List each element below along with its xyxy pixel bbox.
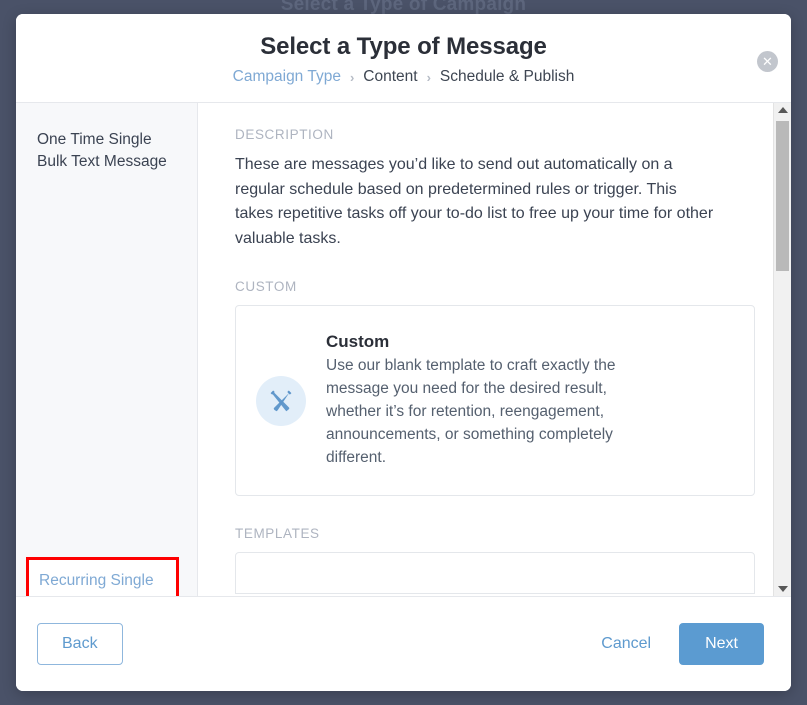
breadcrumb-item-content[interactable]: Content: [363, 67, 417, 87]
custom-card-text: Custom Use our blank template to craft e…: [326, 332, 728, 469]
select-message-type-modal: Select a Type of Message Campaign Type ›…: [16, 14, 791, 691]
scrollbar-thumb[interactable]: [776, 121, 789, 271]
custom-card-description: Use our blank template to craft exactly …: [326, 357, 616, 466]
custom-template-card[interactable]: Custom Use our blank template to craft e…: [235, 305, 755, 496]
sidebar-item-recurring-single-bulk-text-message[interactable]: Recurring Single Bulk Text Message: [39, 569, 179, 596]
breadcrumb: Campaign Type › Content › Schedule & Pub…: [16, 67, 791, 87]
message-type-content-panel: DESCRIPTION These are messages you’d lik…: [198, 103, 791, 596]
modal-footer: Back Cancel Next: [16, 597, 791, 691]
sidebar-item-one-time-single-bulk-text-message[interactable]: One Time Single Bulk Text Message: [16, 123, 197, 179]
campaign-type-sidebar: One Time Single Bulk Text Message Recurr…: [16, 103, 198, 596]
back-button[interactable]: Back: [37, 623, 123, 665]
modal-header: Select a Type of Message Campaign Type ›…: [16, 14, 791, 102]
scroll-up-arrow-icon[interactable]: [777, 107, 788, 113]
chevron-right-icon: ›: [426, 70, 431, 85]
custom-label: CUSTOM: [235, 279, 297, 294]
pencil-ruler-icon: [256, 375, 306, 426]
breadcrumb-item-schedule-publish[interactable]: Schedule & Publish: [440, 67, 574, 87]
chevron-right-icon: ›: [349, 70, 355, 85]
cancel-button[interactable]: Cancel: [595, 634, 657, 654]
scroll-down-arrow-icon[interactable]: [777, 586, 788, 592]
next-button[interactable]: Next: [679, 623, 764, 665]
breadcrumb-item-campaign-type[interactable]: Campaign Type: [233, 67, 341, 87]
footer-actions: Cancel Next: [595, 623, 764, 665]
description-label: DESCRIPTION: [235, 127, 334, 142]
content-scrollbar[interactable]: [773, 103, 791, 596]
description-text: These are messages you’d like to send ou…: [235, 156, 714, 247]
custom-card-title: Custom: [326, 332, 390, 351]
templates-label: TEMPLATES: [235, 526, 320, 541]
page-title: Select a Type of Message: [260, 33, 547, 60]
modal-body: One Time Single Bulk Text Message Recurr…: [16, 102, 791, 597]
scrollbar-track[interactable]: [774, 117, 791, 582]
close-icon[interactable]: ✕: [757, 51, 778, 72]
template-card-partial[interactable]: [235, 552, 755, 594]
